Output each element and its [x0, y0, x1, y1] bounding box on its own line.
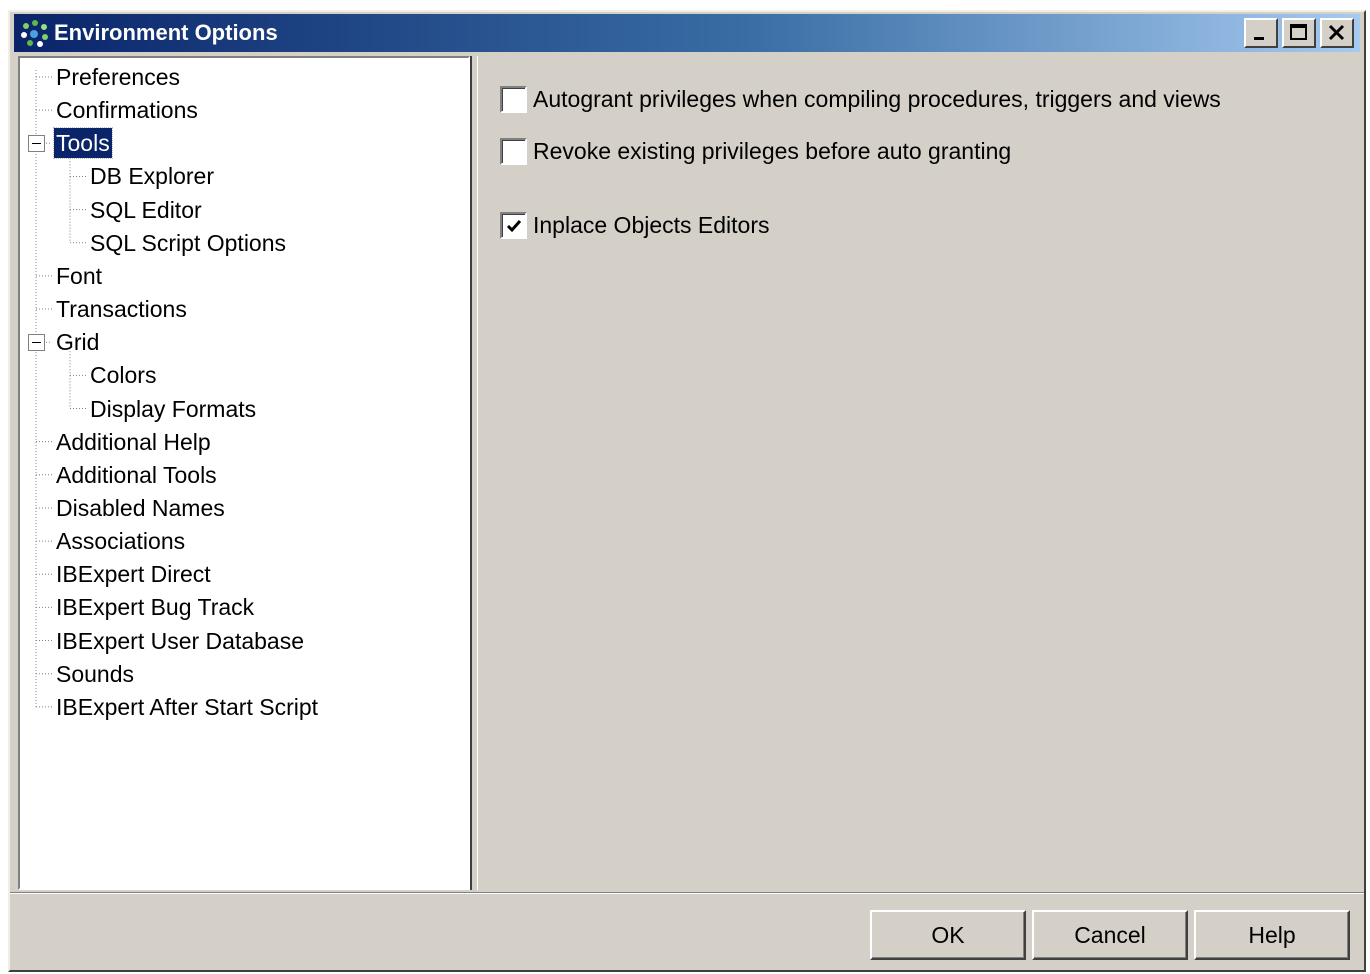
window-controls [1244, 18, 1354, 48]
ibexpert-app-icon [18, 18, 52, 48]
inplace-editors-option[interactable]: Inplace Objects Editors [500, 210, 770, 240]
tree-item-tools[interactable]: Tools [53, 127, 113, 160]
tools-options-panel: Autogrant privileges when compiling proc… [478, 56, 1360, 890]
tree-item-preferences[interactable]: Preferences [54, 62, 182, 92]
maximize-icon [1290, 24, 1307, 40]
minimize-button[interactable] [1244, 18, 1278, 48]
collapse-icon[interactable] [28, 135, 45, 153]
options-tree[interactable]: Preferences Confirmations Tools DB Explorer… [18, 56, 470, 890]
inplace-editors-checkbox[interactable] [500, 211, 527, 239]
close-icon [1328, 24, 1345, 41]
revoke-privileges-label: Revoke existing privileges before auto g… [533, 137, 1012, 164]
window-title: Environment Options [54, 20, 278, 45]
autogrant-privileges-label: Autogrant privileges when compiling proc… [533, 85, 1221, 112]
tree-item-ibexpert-after-start-script[interactable]: IBExpert After Start Script [54, 692, 320, 722]
tree-item-sql-script-options[interactable]: SQL Script Options [88, 228, 288, 258]
tree-item-db-explorer[interactable]: DB Explorer [88, 161, 216, 191]
autogrant-privileges-checkbox[interactable] [500, 85, 527, 113]
tree-item-associations[interactable]: Associations [54, 526, 187, 556]
maximize-button[interactable] [1282, 18, 1316, 48]
tree-item-confirmations[interactable]: Confirmations [54, 95, 200, 125]
autogrant-privileges-option[interactable]: Autogrant privileges when compiling proc… [500, 84, 1221, 114]
tree-item-colors[interactable]: Colors [88, 360, 158, 390]
tree-item-ibexpert-user-database[interactable]: IBExpert User Database [54, 626, 306, 656]
ok-button[interactable]: OK [870, 910, 1026, 960]
environment-options-dialog: Environment Options Preferences Confirmat… [8, 10, 1366, 972]
tree-item-ibexpert-direct[interactable]: IBExpert Direct [54, 559, 213, 589]
close-button[interactable] [1320, 18, 1354, 48]
tree-item-disabled-names[interactable]: Disabled Names [54, 493, 227, 523]
bottom-separator [10, 892, 1364, 894]
tree-item-additional-tools[interactable]: Additional Tools [54, 460, 219, 490]
help-button[interactable]: Help [1194, 910, 1350, 960]
cancel-button[interactable]: Cancel [1032, 910, 1188, 960]
tree-item-sounds[interactable]: Sounds [54, 659, 136, 689]
minimize-icon [1254, 37, 1264, 40]
revoke-privileges-option[interactable]: Revoke existing privileges before auto g… [500, 136, 1011, 166]
checkmark-icon [506, 219, 522, 232]
collapse-icon[interactable] [28, 334, 45, 352]
panel-splitter[interactable] [470, 56, 478, 890]
tree-item-display-formats[interactable]: Display Formats [88, 394, 258, 424]
tree-item-sql-editor[interactable]: SQL Editor [88, 195, 204, 225]
tree-item-font[interactable]: Font [54, 261, 104, 291]
tree-item-ibexpert-bug-track[interactable]: IBExpert Bug Track [54, 592, 256, 622]
revoke-privileges-checkbox[interactable] [500, 137, 527, 165]
tree-item-grid[interactable]: Grid [54, 327, 101, 357]
tree-item-additional-help[interactable]: Additional Help [54, 427, 213, 457]
tree-item-transactions[interactable]: Transactions [54, 294, 189, 324]
inplace-editors-label: Inplace Objects Editors [533, 211, 770, 238]
title-bar[interactable]: Environment Options [14, 14, 1360, 52]
